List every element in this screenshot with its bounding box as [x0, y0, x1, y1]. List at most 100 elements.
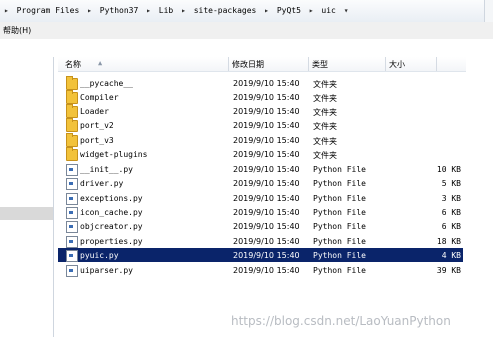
- file-type: Python File: [313, 208, 366, 217]
- file-row[interactable]: exceptions.py 2019/9/10 15:40 Python Fil…: [58, 191, 463, 205]
- column-divider[interactable]: [228, 57, 229, 71]
- file-size: 4 KB: [441, 251, 461, 260]
- file-size: 39 KB: [436, 266, 461, 275]
- file-size: 5 KB: [441, 179, 461, 188]
- file-row[interactable]: __pycache__ 2019/9/10 15:40 文件夹: [58, 76, 463, 90]
- file-row[interactable]: Compiler 2019/9/10 15:40 文件夹: [58, 90, 463, 104]
- breadcrumb-program-files[interactable]: Program Files: [16, 6, 81, 15]
- file-date: 2019/9/10 15:40: [233, 107, 300, 116]
- breadcrumb-lead-arrow-icon[interactable]: ▸: [2, 6, 11, 15]
- folder-icon: [66, 76, 78, 90]
- column-name[interactable]: 名称: [65, 59, 81, 70]
- breadcrumb-lib[interactable]: Lib: [158, 6, 174, 15]
- python-file-icon: [66, 207, 78, 219]
- file-date: 2019/9/10 15:40: [233, 165, 300, 174]
- file-name: port_v3: [80, 136, 114, 145]
- file-type: 文件夹: [313, 122, 337, 131]
- file-name: __pycache__: [80, 79, 133, 88]
- navigation-pane[interactable]: [0, 57, 54, 337]
- file-name: objcreator.py: [80, 222, 143, 231]
- python-file-icon: [66, 193, 78, 205]
- file-date: 2019/9/10 15:40: [233, 222, 300, 231]
- vertical-scroll-area[interactable]: [466, 57, 493, 337]
- file-row[interactable]: uiparser.py 2019/9/10 15:40 Python File …: [58, 263, 463, 277]
- breadcrumb-pyqt5[interactable]: PyQt5: [276, 6, 302, 15]
- python-file-icon: [66, 221, 78, 233]
- column-type[interactable]: 类型: [312, 59, 328, 70]
- address-bar-scroll[interactable]: [484, 0, 493, 22]
- breadcrumb-separator-icon[interactable]: ▸: [85, 6, 94, 15]
- file-type: Python File: [313, 237, 366, 246]
- breadcrumb-python37[interactable]: Python37: [99, 6, 140, 15]
- breadcrumb-separator-icon[interactable]: ▸: [262, 6, 271, 15]
- file-date: 2019/9/10 15:40: [233, 121, 300, 130]
- file-date: 2019/9/10 15:40: [233, 179, 300, 188]
- column-size[interactable]: 大小: [389, 59, 405, 70]
- file-type: 文件夹: [313, 151, 337, 160]
- file-type: Python File: [313, 222, 366, 231]
- column-header: 名称 ▲ 修改日期 类型 大小: [58, 57, 493, 72]
- file-type: 文件夹: [313, 80, 337, 89]
- file-type: Python File: [313, 266, 366, 275]
- folder-icon: [66, 147, 78, 161]
- file-row[interactable]: port_v3 2019/9/10 15:40 文件夹: [58, 133, 463, 147]
- file-row[interactable]: __init__.py 2019/9/10 15:40 Python File …: [58, 162, 463, 176]
- menu-bar: 帮助(H): [0, 22, 493, 40]
- file-size: 6 KB: [441, 222, 461, 231]
- sort-ascending-icon: ▲: [98, 59, 103, 67]
- file-row-selected[interactable]: pyuic.py 2019/9/10 15:40 Python File 4 K…: [58, 248, 463, 262]
- file-row[interactable]: port_v2 2019/9/10 15:40 文件夹: [58, 118, 463, 132]
- file-date: 2019/9/10 15:40: [233, 208, 300, 217]
- file-type: Python File: [313, 251, 366, 260]
- file-row[interactable]: widget-plugins 2019/9/10 15:40 文件夹: [58, 147, 463, 161]
- file-size: 6 KB: [441, 208, 461, 217]
- breadcrumb-dropdown-icon[interactable]: ▾: [342, 6, 351, 15]
- column-divider[interactable]: [436, 57, 437, 71]
- file-row[interactable]: icon_cache.py 2019/9/10 15:40 Python Fil…: [58, 205, 463, 219]
- python-file-icon: [66, 250, 78, 262]
- breadcrumb-separator-icon[interactable]: ▸: [179, 6, 188, 15]
- python-file-icon: [66, 236, 78, 248]
- file-name: Loader: [80, 107, 109, 116]
- folder-icon: [66, 90, 78, 104]
- column-date[interactable]: 修改日期: [232, 59, 264, 70]
- file-date: 2019/9/10 15:40: [233, 79, 300, 88]
- breadcrumb: ▸ Program Files ▸ Python37 ▸ Lib ▸ site-…: [2, 6, 351, 15]
- file-type: Python File: [313, 179, 366, 188]
- file-row[interactable]: driver.py 2019/9/10 15:40 Python File 5 …: [58, 176, 463, 190]
- file-name: exceptions.py: [80, 194, 143, 203]
- breadcrumb-separator-icon[interactable]: ▸: [307, 6, 316, 15]
- file-name: pyuic.py: [80, 251, 119, 260]
- folder-icon: [66, 118, 78, 132]
- file-name: uiparser.py: [80, 266, 133, 275]
- file-name: widget-plugins: [80, 150, 148, 159]
- breadcrumb-uic[interactable]: uic: [320, 6, 336, 15]
- folder-icon: [66, 133, 78, 147]
- watermark: https://blog.csdn.net/LaoYuanPython: [231, 314, 451, 328]
- python-file-icon: [66, 265, 78, 277]
- file-row[interactable]: objcreator.py 2019/9/10 15:40 Python Fil…: [58, 219, 463, 233]
- file-size: 10 KB: [436, 165, 461, 174]
- python-file-icon: [66, 164, 78, 176]
- file-row[interactable]: Loader 2019/9/10 15:40 文件夹: [58, 104, 463, 118]
- file-size: 18 KB: [436, 237, 461, 246]
- column-divider[interactable]: [385, 57, 386, 71]
- toolbar: [0, 39, 493, 57]
- file-row[interactable]: properties.py 2019/9/10 15:40 Python Fil…: [58, 234, 463, 248]
- file-type: 文件夹: [313, 94, 337, 103]
- nav-selected-item[interactable]: [0, 207, 53, 220]
- file-date: 2019/9/10 15:40: [233, 251, 300, 260]
- file-date: 2019/9/10 15:40: [233, 150, 300, 159]
- file-date: 2019/9/10 15:40: [233, 266, 300, 275]
- menu-help[interactable]: 帮助(H): [3, 25, 31, 36]
- file-date: 2019/9/10 15:40: [233, 237, 300, 246]
- breadcrumb-site-packages[interactable]: site-packages: [193, 6, 258, 15]
- breadcrumb-separator-icon[interactable]: ▸: [144, 6, 153, 15]
- file-name: Compiler: [80, 93, 119, 102]
- file-type: 文件夹: [313, 108, 337, 117]
- folder-icon: [66, 104, 78, 118]
- file-name: properties.py: [80, 237, 143, 246]
- column-divider[interactable]: [308, 57, 309, 71]
- address-bar[interactable]: ▸ Program Files ▸ Python37 ▸ Lib ▸ site-…: [0, 0, 493, 23]
- file-date: 2019/9/10 15:40: [233, 194, 300, 203]
